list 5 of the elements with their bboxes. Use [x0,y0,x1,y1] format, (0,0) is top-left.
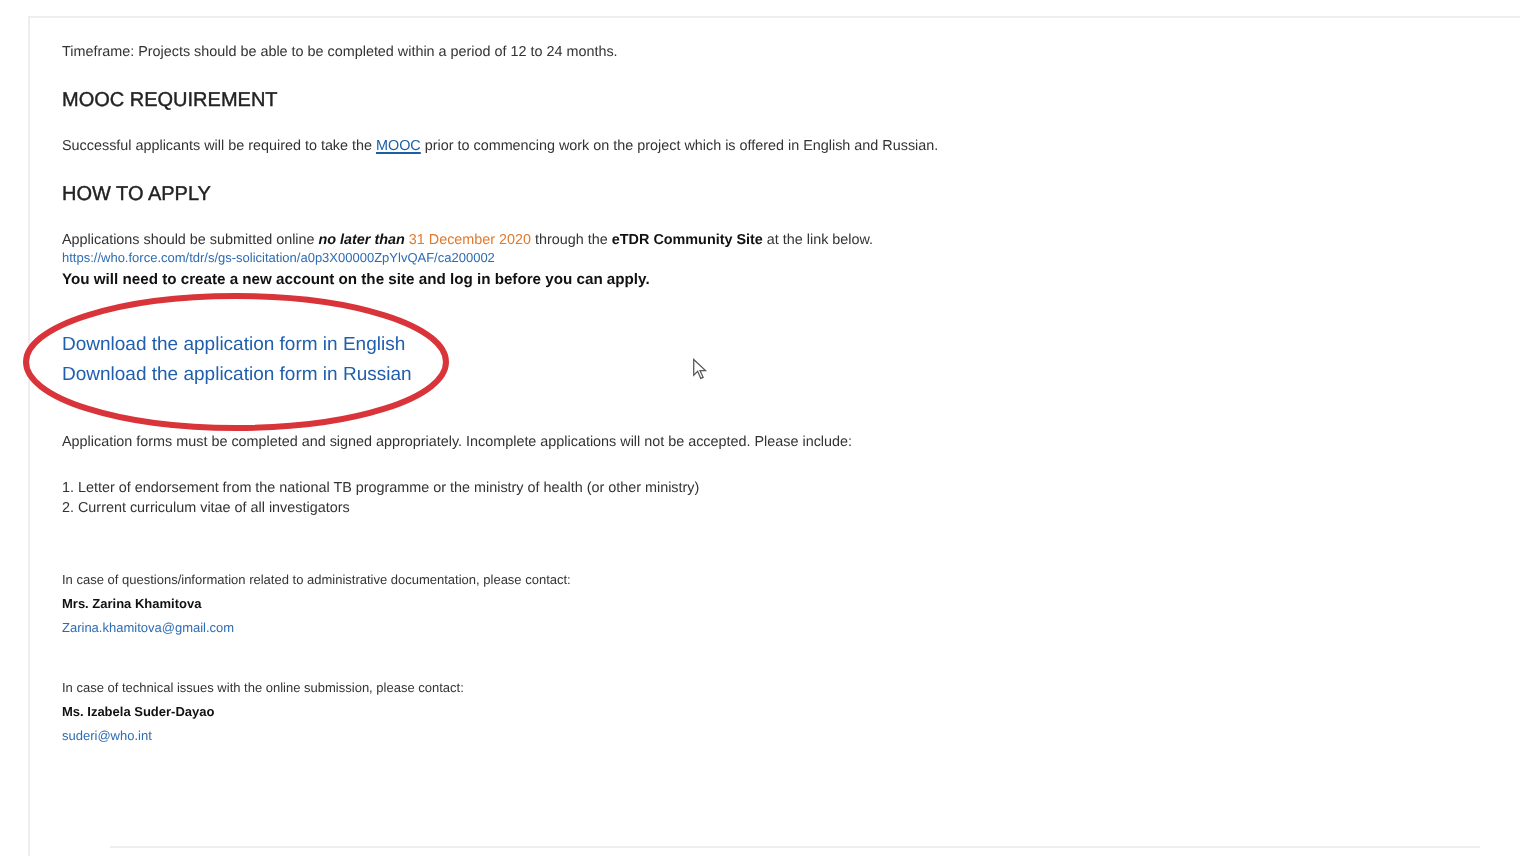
mouse-pointer-icon [692,358,708,380]
section-heading: HOW TO APPLY [62,184,213,206]
download-link[interactable]: Download the application form in Russian [62,364,412,388]
section-heading: MOOC REQUIREMENT [62,90,280,112]
download-link[interactable]: Download the application form in English [62,334,406,358]
